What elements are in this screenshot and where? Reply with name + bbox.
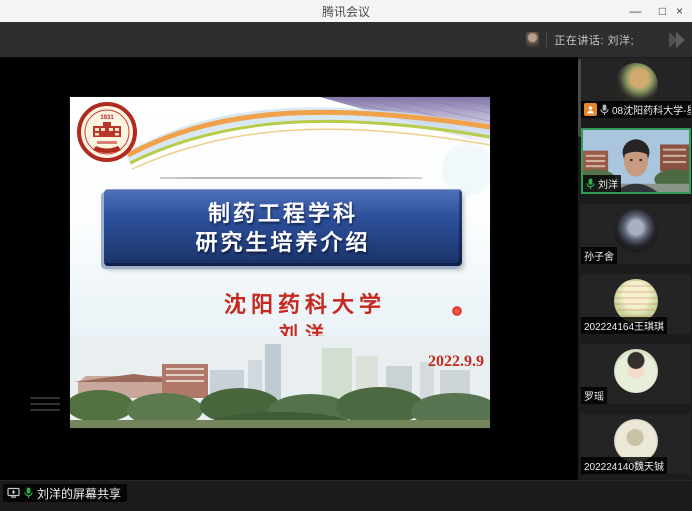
participant-name: 202224164王琪琪	[584, 318, 664, 333]
collapse-sidebar-icon[interactable]	[666, 30, 688, 50]
speaking-label: 正在讲话: 刘洋;	[554, 32, 634, 48]
participant-tile[interactable]: 202224164王琪琪	[581, 274, 691, 334]
speaking-indicator: 正在讲话: 刘洋;	[526, 22, 634, 57]
close-button[interactable]: ×	[676, 0, 692, 22]
presentation-slide: 1931 制药工程学科 研究生培养介绍 沈阳药科大学 刘洋	[70, 97, 490, 428]
presenter-outline-icon	[30, 393, 60, 415]
slide-university-name: 沈阳药科大学	[70, 287, 490, 319]
speaker-avatar	[526, 32, 539, 47]
participant-tile[interactable]: 刘洋	[581, 128, 691, 194]
participant-avatar	[614, 349, 658, 393]
laser-pointer-dot	[452, 306, 462, 316]
screen-share-icon	[7, 487, 20, 499]
participant-name: 罗瑶	[584, 388, 604, 403]
participant-tile[interactable]: 孙子舍	[581, 204, 691, 264]
window-titlebar: 腾讯会议 — □ ×	[0, 0, 692, 23]
divider	[546, 32, 547, 47]
participant-tile[interactable]: 08沈阳药科大学-星...	[581, 58, 691, 118]
participant-name: 08沈阳药科大学-星...	[612, 102, 691, 117]
window-title: 腾讯会议	[322, 3, 370, 20]
university-logo: 1931	[77, 102, 137, 162]
participant-avatar	[614, 209, 658, 253]
participant-name: 刘洋	[598, 176, 618, 191]
host-badge-icon	[584, 103, 597, 116]
participant-tile[interactable]: 202224140魏天铖	[581, 414, 691, 474]
mic-icon	[24, 487, 33, 499]
window-controls: — □ ×	[622, 0, 692, 22]
participant-label: 202224140魏天铖	[581, 457, 667, 474]
mic-icon	[586, 178, 595, 190]
logo-year: 1931	[100, 115, 114, 121]
participant-name: 202224140魏天铖	[584, 458, 664, 473]
slide-title-line2: 研究生培养介绍	[195, 228, 370, 257]
participant-list: 08沈阳药科大学-星...	[581, 58, 691, 474]
status-bar: 正在讲话: 刘洋;	[0, 22, 692, 57]
slide-title-line1: 制药工程学科	[208, 199, 358, 228]
slide-title-banner: 制药工程学科 研究生培养介绍	[104, 189, 462, 266]
bottom-bar: 刘洋的屏幕共享	[0, 480, 692, 511]
screen-share-stage: 1931 制药工程学科 研究生培养介绍 沈阳药科大学 刘洋	[0, 57, 578, 480]
participant-label: 08沈阳药科大学-星...	[581, 101, 691, 118]
participant-label: 罗瑶	[581, 387, 607, 404]
screen-share-label: 刘洋的屏幕共享	[37, 485, 121, 502]
participant-tile[interactable]: 罗瑶	[581, 344, 691, 404]
campus-photo	[70, 336, 490, 428]
slide-date: 2022.9.9	[428, 353, 484, 371]
mic-icon	[600, 104, 609, 116]
minimize-button[interactable]: —	[622, 0, 649, 22]
participant-label: 202224164王琪琪	[581, 317, 667, 334]
meeting-window: 正在讲话: 刘洋;	[0, 22, 692, 510]
screen-share-status: 刘洋的屏幕共享	[3, 484, 127, 502]
maximize-button[interactable]: □	[649, 0, 676, 22]
participant-label: 孙子舍	[581, 247, 617, 264]
participants-sidebar: 08沈阳药科大学-星...	[578, 57, 692, 480]
slide-divider-line	[160, 177, 422, 179]
participant-name: 孙子舍	[584, 248, 614, 263]
participant-label: 刘洋	[583, 175, 621, 192]
